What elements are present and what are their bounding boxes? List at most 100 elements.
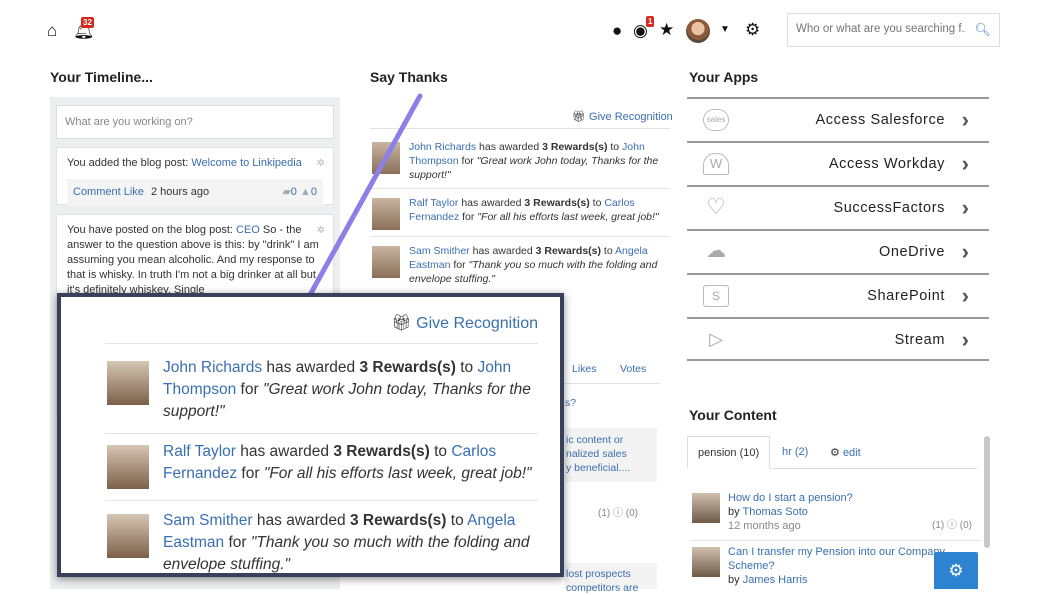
star-icon[interactable]: ★ <box>659 21 674 38</box>
comment-link[interactable]: Comment <box>73 186 121 198</box>
reward-text: 3 Rewards(s) <box>542 141 608 153</box>
app-sharepoint[interactable]: S SharePoint › <box>687 273 989 317</box>
tab-edit[interactable]: ⚙ edit <box>820 436 871 469</box>
question-link[interactable]: s? <box>565 396 576 410</box>
award-text: has awarded <box>476 141 543 153</box>
gear-icon[interactable]: ⚙ <box>745 21 760 38</box>
give-recognition-link-zoomed[interactable]: 🎁︎ Give Recognition <box>391 313 538 333</box>
user-photo[interactable] <box>107 361 149 405</box>
chevron-right-icon: › <box>961 151 969 176</box>
app-successfactors[interactable]: ♡ SuccessFactors › <box>687 185 989 229</box>
snippet-line-3[interactable]: y beneficial.... <box>566 461 630 475</box>
author-link[interactable]: James Harris <box>743 574 808 586</box>
top-bar: ⌂ 🔔︎ 32 ● ◉ 1 ★ ▼ ⚙ 🔍︎ <box>0 0 1037 56</box>
author-link[interactable]: Thomas Soto <box>742 506 807 518</box>
snippet-line-2[interactable]: nalized sales <box>566 447 627 461</box>
user-photo[interactable] <box>372 142 400 174</box>
for-text: for <box>236 381 263 398</box>
app-salesforce[interactable]: sales Access Salesforce › <box>687 97 989 141</box>
chevron-down-icon[interactable]: ▼ <box>720 25 730 35</box>
for-text: for <box>237 465 264 482</box>
thanks-item-zoomed: John Richards has awarded 3 Rewards(s) t… <box>107 357 537 423</box>
card-time: 2 hours ago <box>151 186 210 198</box>
snippet-line-5[interactable]: competitors are <box>566 581 638 595</box>
content-counts: (1) ⓘ (0) <box>932 520 972 531</box>
user-photo[interactable] <box>107 445 149 489</box>
app-workday[interactable]: W Access Workday › <box>687 141 989 185</box>
card-gear-icon[interactable]: ✲ <box>317 223 325 238</box>
to-text: to <box>601 245 616 257</box>
search-input[interactable] <box>796 23 966 35</box>
comment-count-icon: ▰ <box>282 186 291 198</box>
user-photo[interactable] <box>372 198 400 230</box>
heart-icon: ♡ <box>706 194 726 219</box>
award-text: has awarded <box>262 359 360 376</box>
give-recognition-link[interactable]: 🎁︎ Give Recognition <box>572 110 673 123</box>
user-photo[interactable] <box>372 246 400 278</box>
like-count: 0 <box>310 186 317 198</box>
chevron-right-icon: › <box>961 327 969 352</box>
app-name: OneDrive <box>878 244 945 260</box>
user-avatar[interactable] <box>686 19 710 43</box>
app-stream[interactable]: ▷ Stream › <box>687 317 989 361</box>
zoom-divider <box>105 500 538 501</box>
from-user-link[interactable]: Ralf Taylor <box>163 443 236 460</box>
tab-hr[interactable]: hr (2) <box>772 436 818 469</box>
from-user-link[interactable]: Sam Smither <box>163 512 253 529</box>
gear-icon: ⚙ <box>830 447 840 459</box>
zoom-callout: 🎁︎ Give Recognition John Richards has aw… <box>57 293 564 577</box>
reward-text: 3 Rewards(s) <box>349 512 447 529</box>
award-text: has awarded <box>458 197 525 209</box>
tab-pension[interactable]: pension (10) <box>687 436 771 469</box>
salesforce-icon: sales <box>703 109 729 131</box>
say-thanks-heading: Say Thanks <box>370 69 448 85</box>
zoom-divider <box>105 433 538 434</box>
votes-tab[interactable]: Votes <box>620 362 646 376</box>
blog-post-link[interactable]: Welcome to Linkipedia <box>191 157 301 169</box>
award-text: has awarded <box>469 245 536 257</box>
user-photo[interactable] <box>107 514 149 558</box>
snippet-line-1[interactable]: ic content or <box>566 433 623 447</box>
ceo-link[interactable]: CEO <box>236 224 260 236</box>
give-recognition-label: Give Recognition <box>416 315 538 332</box>
settings-fab-button[interactable]: ⚙ <box>934 552 978 589</box>
from-user-link[interactable]: John Richards <box>163 359 262 376</box>
status-input[interactable]: What are you working on? <box>56 105 334 139</box>
chevron-right-icon: › <box>961 195 969 220</box>
chevron-right-icon: › <box>961 239 969 264</box>
to-text: to <box>455 359 478 376</box>
author-photo[interactable] <box>692 547 720 577</box>
author-photo[interactable] <box>692 493 720 523</box>
comment-count: 0 <box>290 186 297 198</box>
play-icon: ▷ <box>709 329 723 349</box>
content-heading: Your Content <box>689 407 777 423</box>
award-text: has awarded <box>252 512 350 529</box>
content-title-link[interactable]: How do I start a pension? <box>728 492 853 504</box>
thanks-divider <box>370 128 670 129</box>
reward-text: 3 Rewards(s) <box>359 359 456 376</box>
for-text: for <box>458 155 477 167</box>
apps-heading: Your Apps <box>689 69 759 85</box>
search-box[interactable]: 🔍︎ <box>787 13 1000 47</box>
notification-badge: 32 <box>81 17 94 28</box>
like-link[interactable]: Like <box>124 186 144 198</box>
home-icon[interactable]: ⌂ <box>47 22 57 39</box>
from-user-link[interactable]: John Richards <box>409 141 476 153</box>
from-user-link[interactable]: Ralf Taylor <box>409 197 458 209</box>
content-title-link[interactable]: Can I transfer my Pension into our Compa… <box>728 546 945 572</box>
card-meta: Comment Like 2 hours ago ▰0 ▲0 <box>67 179 323 206</box>
app-name: SharePoint <box>867 288 945 304</box>
app-onedrive[interactable]: ☁︎ OneDrive › <box>687 229 989 273</box>
search-icon[interactable]: 🔍︎ <box>974 22 991 38</box>
card-gear-icon[interactable]: ✲ <box>317 156 325 171</box>
from-user-link[interactable]: Sam Smither <box>409 245 470 257</box>
to-text: to <box>589 197 605 209</box>
content-item: Can I transfer my Pension into our Compa… <box>690 545 950 587</box>
card-text: You have posted on the blog post: <box>67 224 237 236</box>
snippet-line-4[interactable]: lost prospects <box>566 567 631 581</box>
likes-tab[interactable]: Likes <box>572 362 597 376</box>
tab-edit-label: edit <box>842 447 861 459</box>
content-scrollbar[interactable] <box>984 436 990 548</box>
alert-icon[interactable]: ● <box>612 22 622 39</box>
alert-badge: 1 <box>646 16 655 27</box>
